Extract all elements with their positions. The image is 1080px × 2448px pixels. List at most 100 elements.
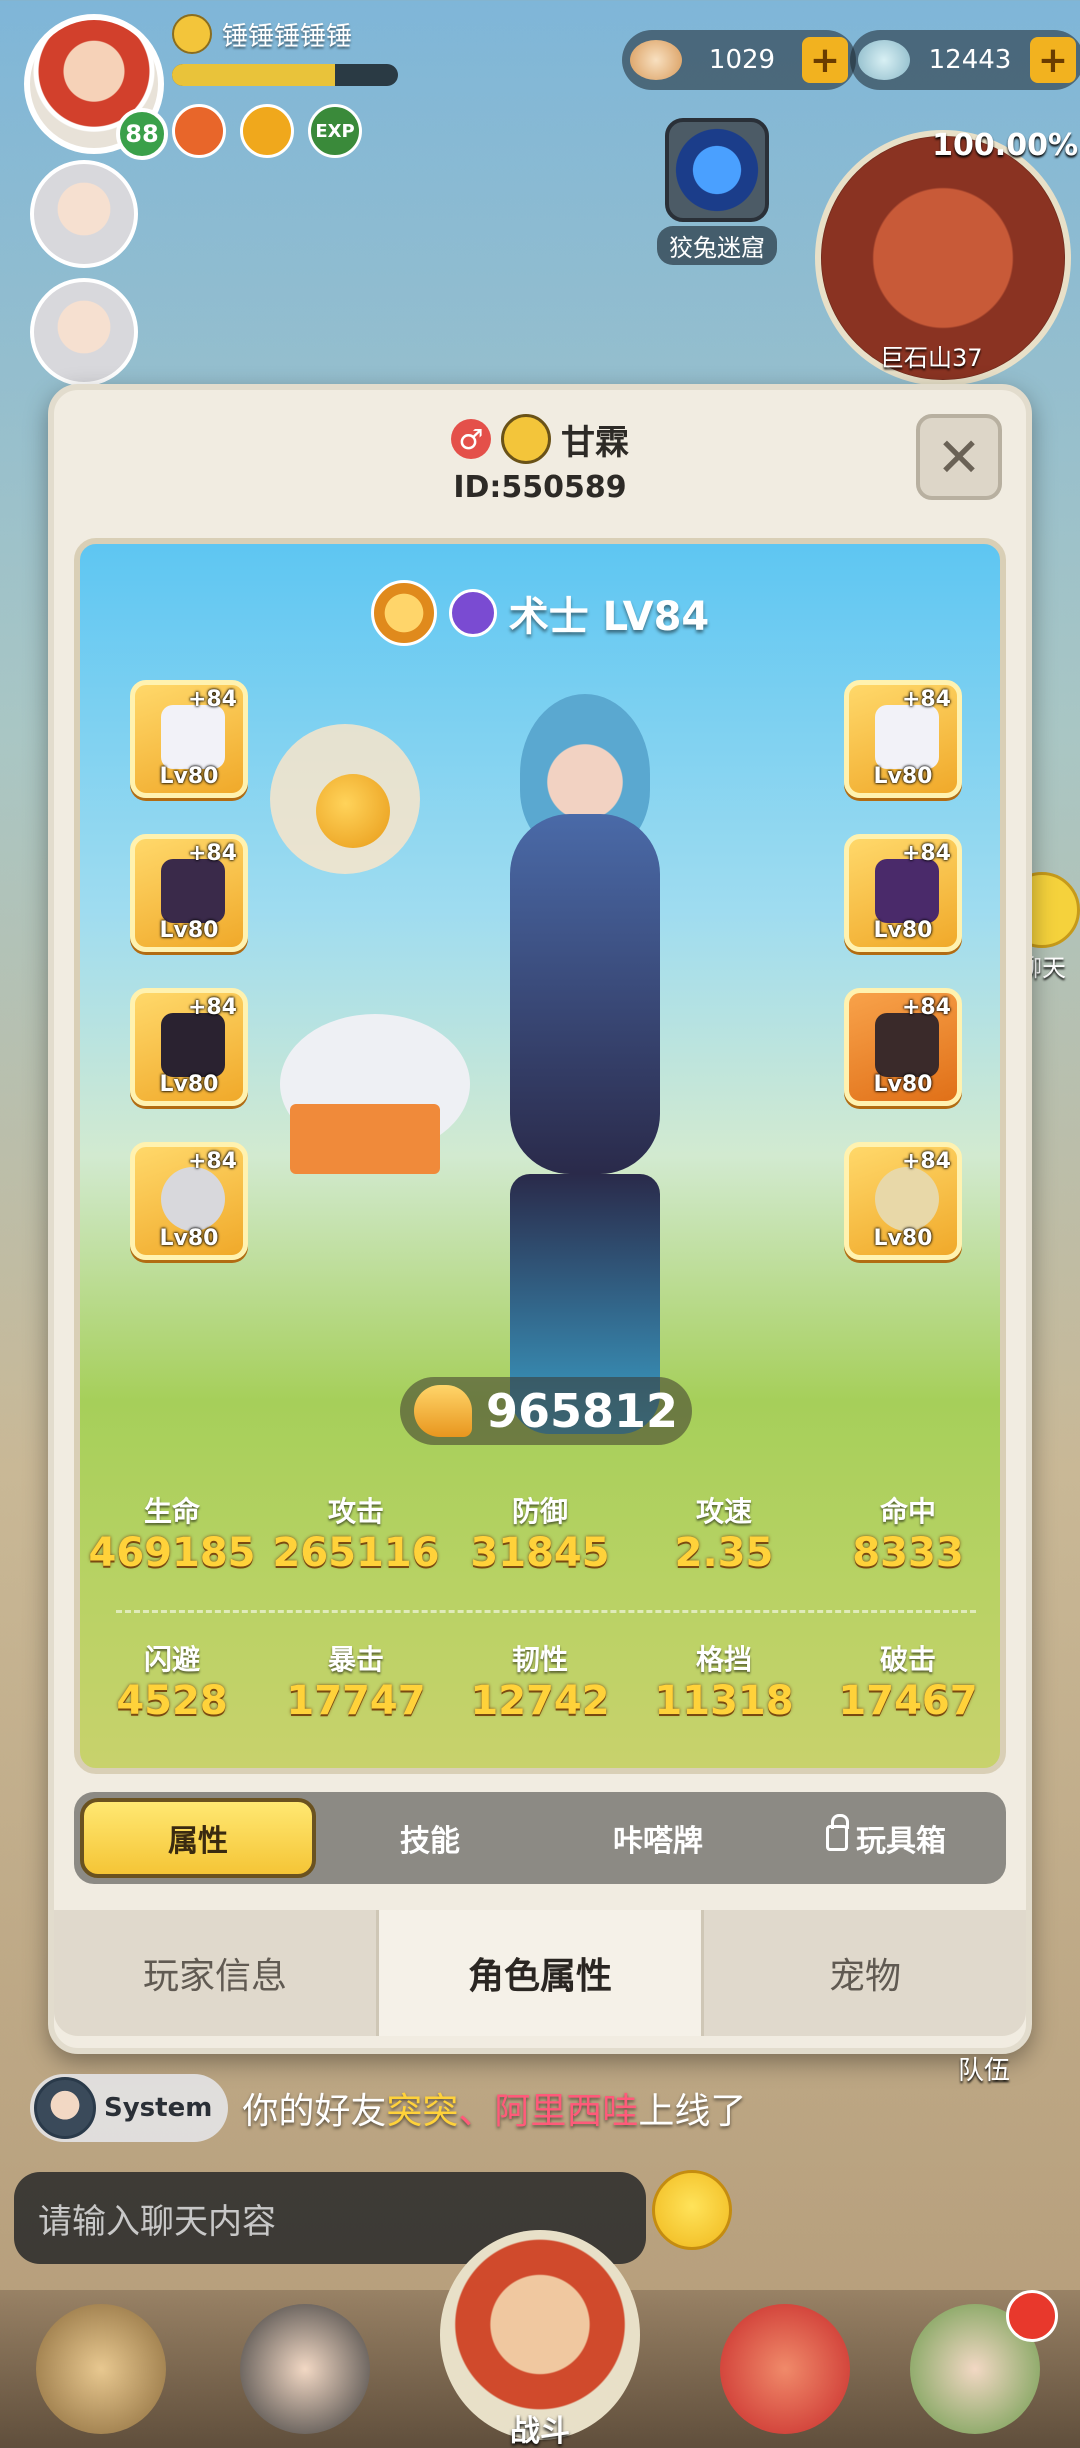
nav-hero-icon[interactable]: [240, 2304, 370, 2434]
stat-value: 4528: [116, 1678, 228, 1724]
equip-level: Lv80: [873, 764, 933, 789]
tab-attributes[interactable]: 属性: [80, 1798, 316, 1878]
fruit-pet-icon: [316, 774, 390, 848]
nav-battle-label: 战斗: [510, 2414, 570, 2448]
stat-value: 31845: [470, 1530, 610, 1576]
equip-slot-right-2[interactable]: +84 Lv80: [844, 834, 962, 952]
equip-slot-left-4[interactable]: +84 Lv80: [130, 1142, 248, 1260]
stat-value: 469185: [88, 1530, 256, 1576]
stat-item: 破击 17467: [816, 1638, 1000, 1724]
ring-icon: [161, 1167, 225, 1231]
stat-label: 韧性: [511, 1643, 568, 1676]
stat-value: 11318: [654, 1678, 794, 1724]
stat-value: 265116: [272, 1530, 440, 1576]
hat-icon: [161, 1013, 225, 1077]
equip-level: Lv80: [159, 1072, 219, 1097]
stat-value: 2.35: [674, 1530, 774, 1576]
party-member-avatar[interactable]: [30, 278, 138, 386]
equip-plus: +84: [187, 995, 237, 1020]
add-gem-button[interactable]: +: [1030, 37, 1076, 83]
add-bread-button[interactable]: +: [802, 37, 848, 83]
cloak-icon: [875, 859, 939, 923]
equip-slot-left-2[interactable]: +84 Lv80: [130, 834, 248, 952]
equip-slot-right-1[interactable]: +84 Lv80: [844, 680, 962, 798]
combat-power: 965812: [400, 1377, 692, 1445]
equip-plus: +84: [901, 687, 951, 712]
sub-tab-bar: 属性 技能 咔嗒牌 玩具箱: [74, 1792, 1006, 1884]
player-buff-badges: EXP: [172, 104, 362, 158]
equip-plus: +84: [187, 687, 237, 712]
system-message-row: System 你的好友突突、阿里西哇上线了: [30, 2074, 746, 2142]
tab-skills[interactable]: 技能: [316, 1798, 544, 1878]
necklace-icon: [875, 1167, 939, 1231]
equip-plus: +84: [187, 841, 237, 866]
stat-value: 17747: [286, 1678, 426, 1724]
equip-level: Lv80: [873, 918, 933, 943]
gold-badge-icon[interactable]: [240, 104, 294, 158]
stat-label: 命中: [879, 1495, 936, 1528]
stat-item: 命中 8333: [816, 1490, 1000, 1576]
minimap-location: 巨石山37: [880, 344, 983, 372]
currency-gem-value: 12443: [928, 45, 1012, 75]
equip-slot-right-4[interactable]: +84 Lv80: [844, 1142, 962, 1260]
team-label[interactable]: 队伍: [958, 2050, 1010, 2087]
player-exp-bar: [172, 64, 398, 86]
tab-label: 技能: [400, 1824, 460, 1859]
hero-body: [510, 814, 660, 1174]
player-title-icon: [501, 414, 551, 464]
stat-item: 格挡 11318: [632, 1638, 816, 1724]
tab-label: 角色属性: [467, 1956, 612, 1997]
character-stage: 术士 LV84 +84 Lv80 +84 Lv80 +84 Lv80 +84 L…: [74, 538, 1006, 1774]
fire-badge-icon[interactable]: [172, 104, 226, 158]
stat-label: 防御: [511, 1495, 568, 1528]
tab-player-info[interactable]: 玩家信息: [54, 1910, 379, 2036]
hero-model: [450, 674, 710, 1434]
gauntlet-icon: [161, 859, 225, 923]
class-icon: [448, 589, 497, 637]
class-level-text: 术士 LV84: [508, 594, 710, 640]
nav-pet-icon[interactable]: [720, 2304, 850, 2434]
message-suffix: 上线了: [638, 2091, 747, 2132]
tab-pets[interactable]: 宠物: [704, 1910, 1026, 2036]
player-name-row: 锤锤锤锤锤: [172, 14, 352, 54]
currency-bread: 1029 +: [622, 30, 856, 90]
equip-plus: +84: [901, 1149, 951, 1174]
stat-value: 12742: [470, 1678, 610, 1724]
tab-character-attributes[interactable]: 角色属性: [379, 1910, 704, 2036]
tab-cards[interactable]: 咔嗒牌: [544, 1798, 772, 1878]
modal-player-id: ID:550589: [453, 470, 627, 505]
exp-badge-icon[interactable]: EXP: [308, 104, 362, 158]
close-button[interactable]: ✕: [916, 414, 1002, 500]
wand-icon: [875, 705, 939, 769]
equip-slot-right-3[interactable]: +84 Lv80: [844, 988, 962, 1106]
system-name: System: [104, 2093, 213, 2123]
emoji-button[interactable]: [652, 2170, 732, 2250]
stats-row-2: 闪避 4528 暴击 17747 韧性 12742 格挡 11318 破击 17467: [80, 1638, 1000, 1724]
equip-plus: +84: [901, 841, 951, 866]
currency-bread-value: 1029: [708, 45, 776, 75]
stat-item: 攻速 2.35: [632, 1490, 816, 1576]
system-avatar: [34, 2077, 96, 2139]
class-row: 术士 LV84: [80, 580, 1000, 646]
tab-toybox[interactable]: 玩具箱: [772, 1798, 1000, 1878]
player-level-badge: 88: [116, 108, 168, 160]
combat-power-value: 965812: [485, 1384, 678, 1438]
nav-battle-button[interactable]: 战斗: [440, 2230, 640, 2448]
tab-label: 咔嗒牌: [613, 1824, 703, 1859]
staff-icon: [161, 705, 225, 769]
equip-slot-left-1[interactable]: +84 Lv80: [130, 680, 248, 798]
party-member-avatar[interactable]: [30, 160, 138, 268]
dungeon-button[interactable]: 狡兔迷窟: [650, 118, 784, 268]
stats-divider: [116, 1610, 976, 1613]
stat-item: 防御 31845: [448, 1490, 632, 1576]
equip-slot-left-3[interactable]: +84 Lv80: [130, 988, 248, 1106]
notification-bell-icon[interactable]: [1006, 2290, 1058, 2342]
boots-icon: [875, 1013, 939, 1077]
modal-player-name: 甘霖: [561, 422, 629, 463]
male-icon: ♂: [451, 419, 491, 459]
player-name: 锤锤锤锤锤: [222, 21, 353, 52]
nav-character-icon[interactable]: [36, 2304, 166, 2434]
system-message: 你的好友突突、阿里西哇上线了: [242, 2082, 746, 2134]
equip-plus: +84: [901, 995, 951, 1020]
stat-item: 生命 469185: [80, 1490, 264, 1576]
